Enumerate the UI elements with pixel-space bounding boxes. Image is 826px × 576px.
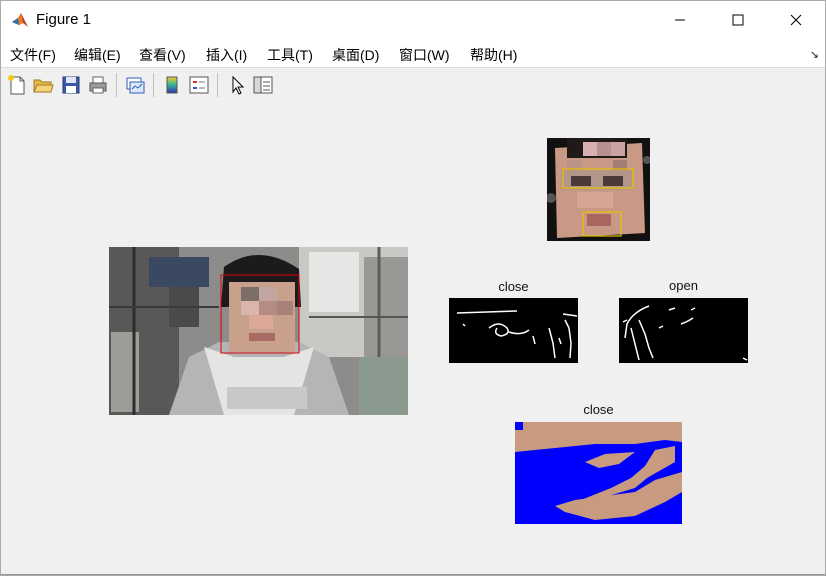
maximize-icon [732, 14, 744, 26]
new-figure-icon[interactable] [6, 74, 28, 96]
eye-open-title: open [669, 278, 698, 293]
toolbar-separator [217, 73, 218, 97]
dock-arrow-icon[interactable]: ↘ [810, 48, 819, 61]
property-editor-icon[interactable] [252, 74, 274, 96]
close-icon [790, 14, 802, 26]
eye-close-edge-image [449, 298, 578, 363]
eye-open-axes[interactable] [619, 298, 748, 363]
webcam-image [109, 247, 408, 415]
legend-icon[interactable] [188, 74, 210, 96]
menu-tools[interactable]: 工具(T) [267, 45, 313, 65]
figure-canvas[interactable]: close open close [1, 102, 825, 575]
maximize-button[interactable] [709, 1, 767, 39]
face-crop-image [547, 138, 650, 241]
colorbar-icon[interactable] [161, 74, 183, 96]
matlab-icon [11, 11, 29, 29]
menu-help[interactable]: 帮助(H) [470, 45, 517, 65]
close-button[interactable] [767, 1, 825, 39]
open-file-icon[interactable] [32, 74, 54, 96]
window-bottom-border [1, 574, 825, 575]
figure-window: Figure 1 文件(F) 编辑(E) 查看(V) 插入(I) 工具(T) 桌… [0, 0, 826, 576]
menu-file[interactable]: 文件(F) [10, 45, 56, 65]
menu-insert[interactable]: 插入(I) [206, 45, 247, 65]
eye-close-title: close [498, 279, 529, 294]
menu-edit[interactable]: 编辑(E) [74, 45, 121, 65]
face-crop-axes[interactable] [547, 138, 650, 241]
face-detection-axes[interactable] [109, 247, 408, 415]
menu-bar: 文件(F) 编辑(E) 查看(V) 插入(I) 工具(T) 桌面(D) 窗口(W… [1, 39, 825, 67]
eye-close-axes[interactable] [449, 298, 578, 363]
mouth-close-title: close [583, 402, 614, 417]
link-plot-icon[interactable] [124, 74, 146, 96]
mouth-close-axes[interactable] [515, 422, 682, 524]
window-title: Figure 1 [36, 11, 92, 28]
title-bar[interactable]: Figure 1 [1, 1, 825, 39]
toolbar [1, 67, 825, 103]
print-icon[interactable] [87, 74, 109, 96]
save-icon[interactable] [60, 74, 82, 96]
minimize-button[interactable] [651, 1, 709, 39]
toolbar-separator [116, 73, 117, 97]
menu-view[interactable]: 查看(V) [139, 45, 186, 65]
eye-open-edge-image [619, 298, 748, 363]
toolbar-separator [153, 73, 154, 97]
mouth-mask-image [515, 422, 682, 524]
pointer-icon[interactable] [226, 74, 248, 96]
menu-desktop[interactable]: 桌面(D) [332, 45, 379, 65]
minimize-icon [675, 19, 685, 21]
menu-window[interactable]: 窗口(W) [399, 45, 450, 65]
